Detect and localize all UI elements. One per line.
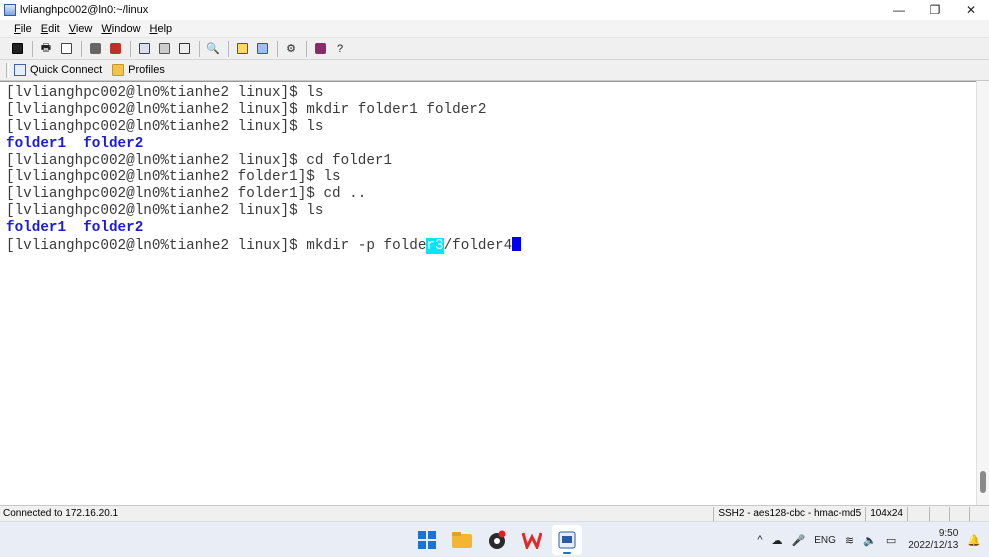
securecrt-icon[interactable] <box>552 525 582 555</box>
save-icon[interactable] <box>8 40 26 58</box>
print-preview-icon[interactable] <box>57 40 75 58</box>
terminal-line-directories: folder1 folder2 <box>6 220 144 237</box>
toolbar-separator <box>306 40 307 57</box>
clock-date: 2022/12/13 <box>908 540 959 551</box>
taskbar-clock[interactable]: 9:50 2022/12/13 <box>908 528 958 552</box>
disconnect-icon[interactable] <box>106 40 124 58</box>
menu-window[interactable]: Window <box>101 23 140 35</box>
menu-edit-label: dit <box>48 22 60 35</box>
toolbar-separator <box>130 40 131 57</box>
menu-file[interactable]: File <box>14 23 32 35</box>
transfer-icon[interactable] <box>253 40 271 58</box>
system-tray: ^ ☁ 🎤 ENG ≋ 🔈 ▭ 9:50 2022/12/13 🔔 <box>748 522 981 557</box>
terminal-line: [lvlianghpc002@ln0%tianhe2 folder1]$ ls <box>6 169 341 186</box>
file-explorer-icon[interactable] <box>447 525 477 555</box>
toolbar-separator <box>277 40 278 57</box>
current-command-text: [lvlianghpc002@ln0%tianhe2 linux]$ mkdir… <box>6 238 427 255</box>
menu-view-label: iew <box>75 22 93 35</box>
terminal-line: [lvlianghpc002@ln0%tianhe2 folder1]$ cd … <box>6 186 367 203</box>
link-bar: Quick Connect Profiles <box>0 60 989 81</box>
wifi-icon[interactable]: ≋ <box>845 534 854 547</box>
status-cell-empty <box>929 506 949 521</box>
terminal-current-line: [lvlianghpc002@ln0%tianhe2 linux]$ mkdir… <box>6 237 976 255</box>
tray-overflow-chevron-icon[interactable]: ^ <box>757 534 762 546</box>
toolbar-separator <box>199 40 200 57</box>
menu-view-accel: V <box>68 22 76 35</box>
windows-start-icon[interactable] <box>412 525 442 555</box>
terminal-line: [lvlianghpc002@ln0%tianhe2 linux]$ ls <box>6 85 324 101</box>
find-icon[interactable]: 🔍 <box>204 40 222 58</box>
help-icon[interactable]: ? <box>331 40 349 58</box>
battery-icon[interactable]: ▭ <box>886 534 896 547</box>
taskbar-apps <box>412 525 587 555</box>
current-command-rest: /folder4 <box>443 238 513 255</box>
windows-taskbar: ^ ☁ 🎤 ENG ≋ 🔈 ▭ 9:50 2022/12/13 🔔 <box>0 521 989 557</box>
profiles-button[interactable]: Profiles <box>112 64 165 76</box>
terminal-area[interactable]: [lvlianghpc002@ln0%tianhe2 linux]$ ls [l… <box>0 81 976 505</box>
copy-icon[interactable] <box>135 40 153 58</box>
volume-icon[interactable]: 🔈 <box>863 534 877 547</box>
quick-connect-button[interactable]: Quick Connect <box>14 64 102 76</box>
menu-window-accel: W <box>101 22 112 35</box>
terminal-line: [lvlianghpc002@ln0%tianhe2 linux]$ ls <box>6 203 324 220</box>
keymap-icon[interactable] <box>311 40 329 58</box>
print-icon[interactable]: 🖶 <box>37 40 55 58</box>
selection-highlight: r3 <box>426 238 444 255</box>
status-bar: Connected to 172.16.20.1 SSH2 - aes128-c… <box>0 505 989 521</box>
wps-office-icon[interactable] <box>517 525 547 555</box>
quick-connect-icon <box>14 64 26 76</box>
media-app-icon[interactable] <box>482 525 512 555</box>
terminal-line: [lvlianghpc002@ln0%tianhe2 linux]$ cd fo… <box>6 152 393 169</box>
toolbar: 🖶 🔍 ⚙ ? <box>0 38 989 60</box>
close-button[interactable]: ✕ <box>953 0 989 20</box>
status-cell-empty <box>907 506 929 521</box>
menu-edit[interactable]: Edit <box>41 23 60 35</box>
menu-window-label: indow <box>111 22 141 35</box>
terminal-line: [lvlianghpc002@ln0%tianhe2 linux]$ mkdir… <box>6 101 487 118</box>
toolbar-separator <box>81 40 82 57</box>
connection-status: Connected to 172.16.20.1 <box>3 508 119 519</box>
menu-help-label: elp <box>157 22 173 35</box>
menu-file-label: ile <box>20 22 32 35</box>
profiles-label: Profiles <box>128 64 165 76</box>
menu-view[interactable]: View <box>69 23 93 35</box>
options-icon[interactable]: ⚙ <box>282 40 300 58</box>
title-bar: lvlianghpc002@ln0:~/linux — ❐ ✕ <box>0 0 989 20</box>
input-language[interactable]: ENG <box>814 535 836 546</box>
menu-help[interactable]: Help <box>150 23 173 35</box>
paste-icon[interactable] <box>155 40 173 58</box>
terminal-line: [lvlianghpc002@ln0%tianhe2 linux]$ ls <box>6 118 324 135</box>
toolbar-separator <box>32 40 33 57</box>
sftp-icon[interactable] <box>233 40 251 58</box>
scrollbar-thumb[interactable] <box>980 471 986 493</box>
toolbar-separator <box>228 40 229 57</box>
notification-icon[interactable]: 🔔 <box>967 534 981 547</box>
microphone-icon[interactable]: 🎤 <box>792 534 806 547</box>
quick-connect-label: Quick Connect <box>30 64 103 76</box>
connect-icon[interactable] <box>86 40 104 58</box>
window-title: lvlianghpc002@ln0:~/linux <box>20 4 149 16</box>
securecrt-app-icon <box>4 4 16 16</box>
terminal-line-directories: folder1 folder2 <box>6 135 144 152</box>
menu-file-accel: F <box>14 22 21 35</box>
terminal-scrollbar[interactable] <box>976 81 989 505</box>
status-cell-empty <box>949 506 969 521</box>
terminal-cursor <box>512 237 522 252</box>
clipboard-icon[interactable] <box>175 40 193 58</box>
clock-time: 9:50 <box>938 528 959 539</box>
minimize-button[interactable]: — <box>881 0 917 20</box>
link-bar-grip <box>6 62 9 78</box>
maximize-button[interactable]: ❐ <box>917 0 953 20</box>
window-controls: — ❐ ✕ <box>881 0 989 20</box>
folder-icon <box>112 64 125 76</box>
menu-bar: File Edit View Window Help <box>0 20 989 38</box>
terminal-size-status: 104x24 <box>865 506 907 521</box>
cloud-icon[interactable]: ☁ <box>772 534 783 547</box>
status-cell-empty <box>969 506 989 521</box>
menu-edit-accel: E <box>40 22 49 35</box>
protocol-status: SSH2 - aes128-cbc - hmac-md5 <box>713 506 865 521</box>
